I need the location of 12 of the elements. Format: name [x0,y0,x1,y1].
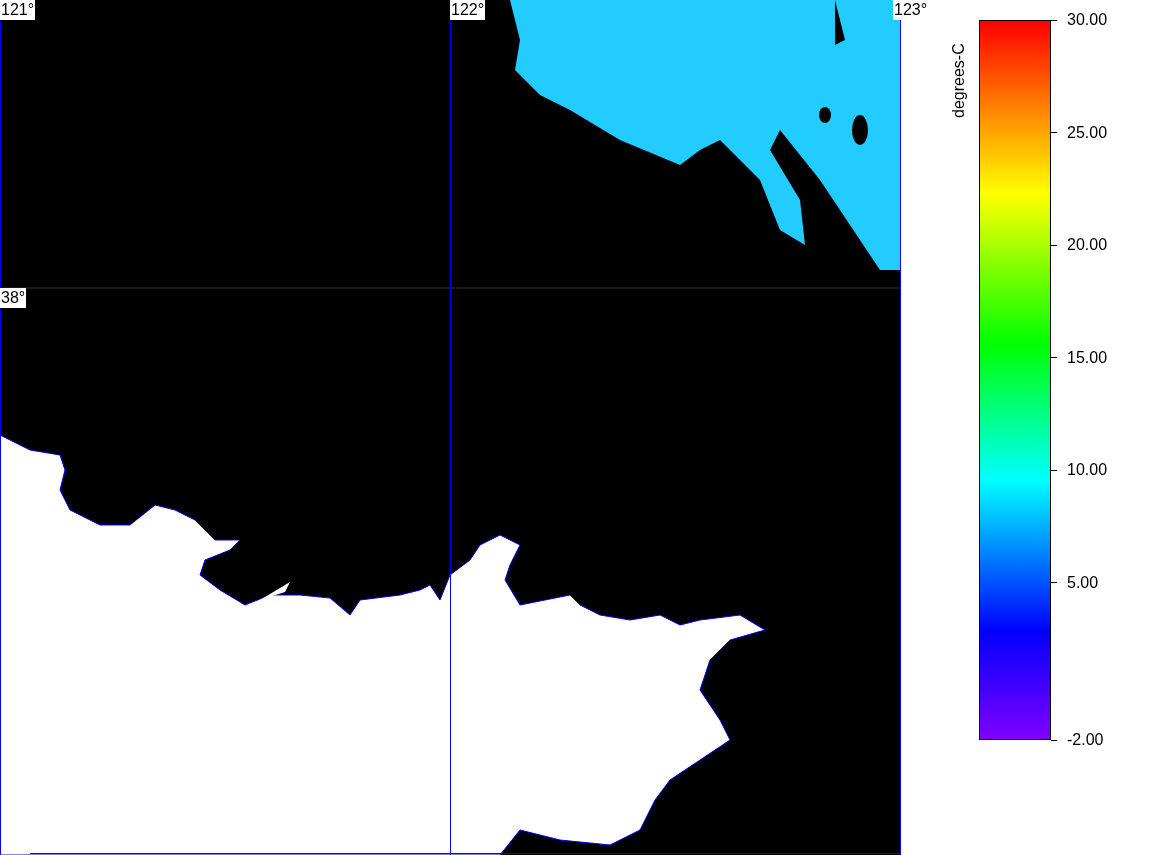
scale-tick-label: 15.00 [1067,347,1108,368]
latitude-label: 38° [0,288,27,308]
scale-tick-label: 10.00 [1067,460,1108,480]
scale-tick-label: 20.00 [1067,235,1108,255]
longitude-label: 123° [893,0,929,20]
legend-title: degrees-C [949,42,968,118]
scale-tick-label: 30.00 [1067,10,1108,30]
longitude-label: 122° [450,0,486,20]
scale-tick-label: -2.00 [1067,730,1104,750]
longitude-label: 121° [0,0,36,20]
scale-tick-label: 5.00 [1067,572,1099,593]
scale-tick-label: 25.00 [1067,122,1108,143]
